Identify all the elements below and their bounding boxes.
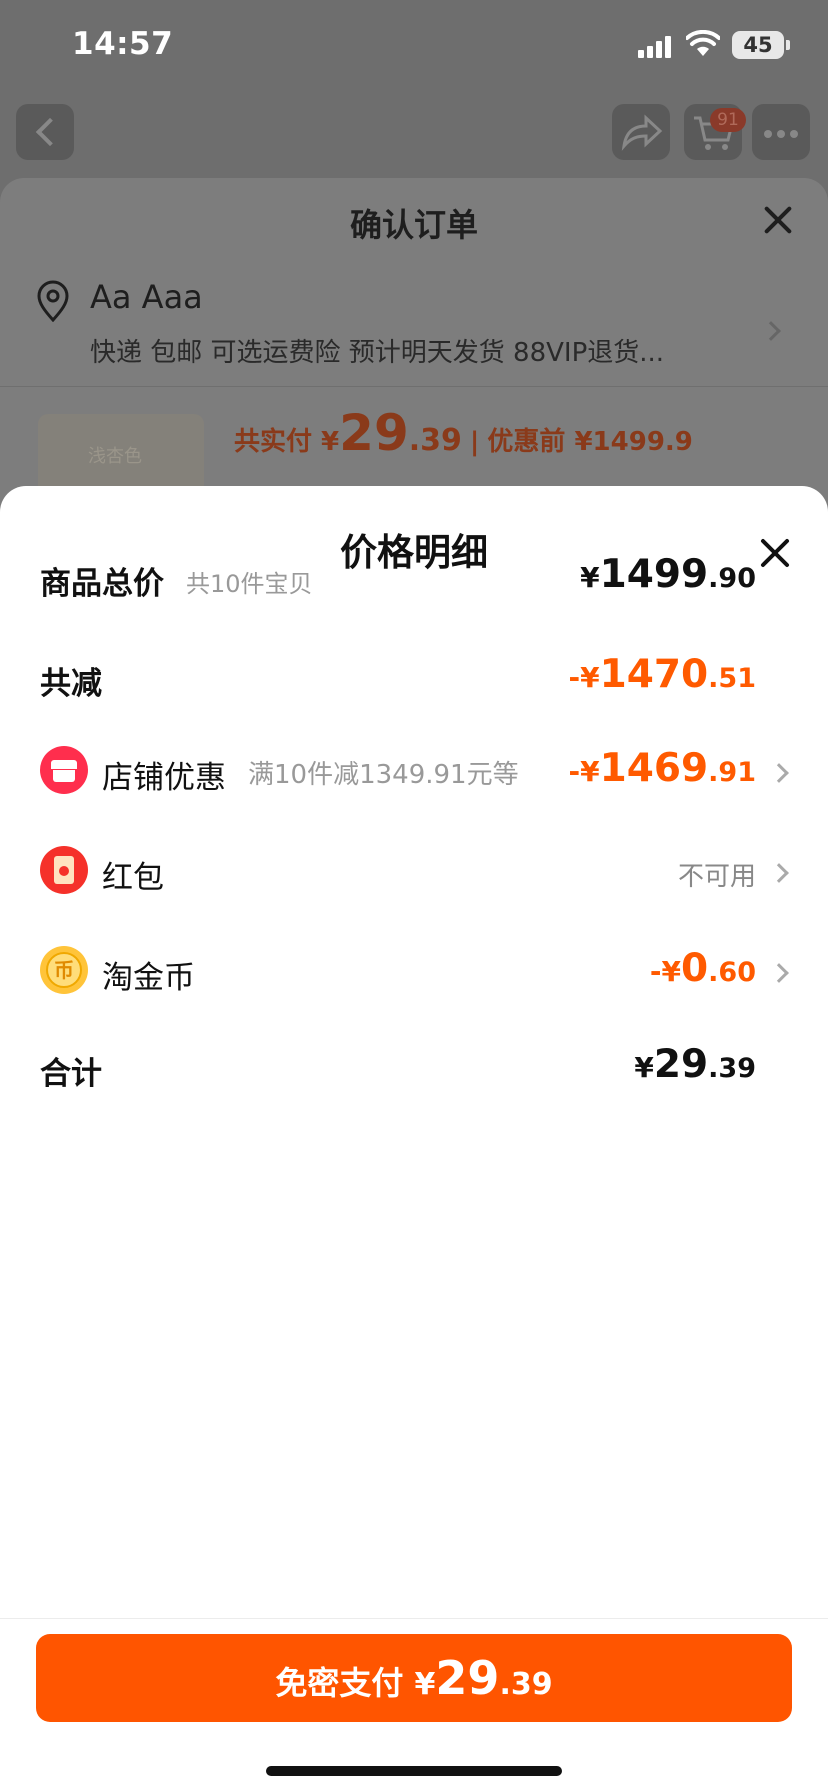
product-thumb-text: 浅杏色: [88, 446, 142, 467]
row-red-packet[interactable]: 红包 不可用: [0, 842, 828, 902]
chevron-right-icon[interactable]: [761, 321, 781, 341]
original-price: 优惠前 ¥1499.9: [487, 427, 693, 457]
back-button[interactable]: [16, 104, 74, 160]
total-amount: ¥29.39: [634, 1042, 756, 1087]
store-discount-amount: -¥1469.91: [568, 746, 757, 791]
store-discount-label: 店铺优惠: [102, 760, 226, 796]
total-int: 29: [339, 404, 409, 462]
price-detail-sheet: 价格明细 商品总价 共10件宝贝 ¥1499.90 共减 -¥1470.51 店…: [0, 486, 828, 1792]
separator: |: [469, 427, 480, 457]
total-label: 合计: [40, 1056, 102, 1092]
signal-icon: [638, 36, 672, 58]
status-bar: 14:57 45: [0, 0, 828, 92]
address-detail: 快递 包邮 可选运费险 预计明天发货 88VIP退货...: [90, 338, 665, 368]
tao-coin-amount: -¥0.60: [649, 946, 756, 991]
discount-total-amount: -¥1470.51: [568, 652, 757, 697]
battery-icon: 45: [732, 31, 790, 59]
pay-button[interactable]: 免密支付 ¥29.39: [36, 1634, 792, 1722]
divider: [0, 386, 828, 387]
confirm-order-title: 确认订单: [349, 206, 478, 244]
chevron-right-icon: [769, 863, 789, 883]
chevron-right-icon: [769, 763, 789, 783]
store-icon: [40, 746, 88, 794]
pay-button-label: 免密支付: [275, 1664, 415, 1702]
discount-total-label: 共减: [40, 666, 102, 702]
subtotal-count: 共10件宝贝: [186, 570, 313, 598]
tao-coin-icon: 币: [40, 946, 88, 994]
order-total-summary: 共实付 ¥29.39 | 优惠前 ¥1499.9: [234, 404, 693, 462]
row-subtotal: 商品总价 共10件宝贝 ¥1499.90: [0, 552, 828, 618]
cart-badge: 91: [710, 108, 746, 132]
store-discount-detail: 满10件减1349.91元等: [248, 760, 519, 790]
home-indicator: [266, 1766, 562, 1776]
subtotal-label: 商品总价: [40, 566, 164, 602]
red-packet-icon: [40, 846, 88, 894]
total-dec: .39: [408, 423, 462, 458]
close-icon[interactable]: [760, 202, 796, 238]
wifi-icon: [686, 30, 720, 56]
share-button[interactable]: [612, 104, 670, 160]
address-name: Aa Aaa: [90, 278, 203, 316]
row-store-discount[interactable]: 店铺优惠 满10件减1349.91元等 -¥1469.91: [0, 742, 828, 802]
tao-coin-label: 淘金币: [102, 960, 195, 996]
more-icon: [764, 130, 772, 138]
share-icon: [621, 114, 663, 151]
chevron-right-icon: [769, 963, 789, 983]
confirm-order-sheet: 确认订单 Aa Aaa 快递 包邮 可选运费险 预计明天发货 88VIP退货..…: [0, 178, 828, 544]
row-discount-total: 共减 -¥1470.51: [0, 652, 828, 718]
row-total: 合计 ¥29.39: [0, 1042, 828, 1108]
row-tao-coin[interactable]: 币 淘金币 -¥0.60: [0, 942, 828, 1002]
subtotal-amount: ¥1499.90: [580, 552, 756, 597]
red-packet-status: 不可用: [677, 862, 756, 892]
location-pin-icon: [37, 280, 69, 322]
status-time: 14:57: [72, 26, 174, 62]
total-label: 共实付 ¥: [234, 427, 340, 457]
more-button[interactable]: [752, 104, 810, 160]
divider: [0, 1618, 828, 1619]
red-packet-label: 红包: [102, 860, 164, 896]
